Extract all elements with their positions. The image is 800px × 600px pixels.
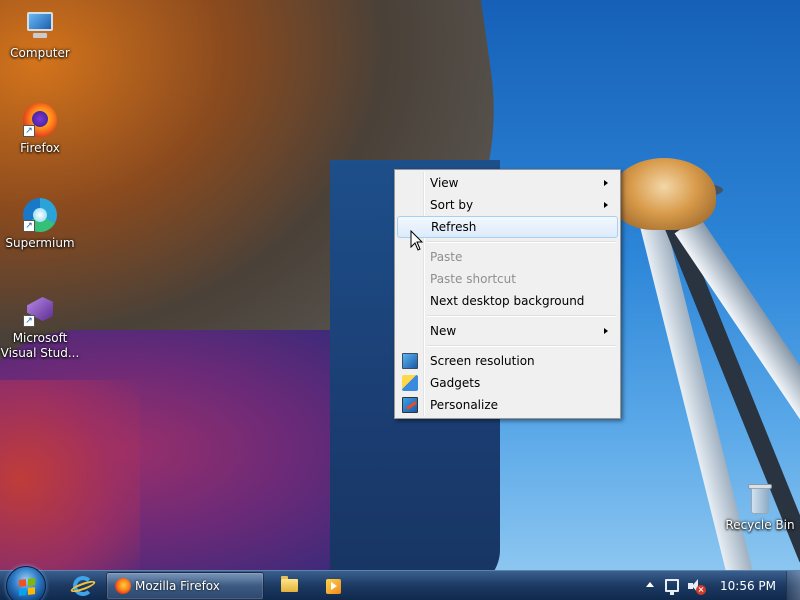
taskbar-button-firefox[interactable]: Mozilla Firefox bbox=[106, 572, 264, 600]
menu-separator bbox=[397, 342, 618, 350]
menu-item-label: Paste shortcut bbox=[430, 272, 516, 286]
desktop-context-menu[interactable]: View Sort by Refresh Paste Paste shortcu… bbox=[394, 169, 621, 419]
menu-item-new[interactable]: New bbox=[397, 320, 618, 342]
menu-separator bbox=[397, 312, 618, 320]
desktop-icon-firefox[interactable]: ↗ Firefox bbox=[0, 103, 80, 156]
visual-studio-icon: ↗ bbox=[23, 293, 57, 327]
supermium-icon: ↗ bbox=[23, 198, 57, 232]
menu-item-label: Sort by bbox=[430, 198, 474, 212]
shortcut-arrow-icon: ↗ bbox=[23, 315, 35, 327]
menu-separator bbox=[397, 238, 618, 246]
menu-item-paste-shortcut[interactable]: Paste shortcut bbox=[397, 268, 618, 290]
menu-item-screen-resolution[interactable]: Screen resolution bbox=[397, 350, 618, 372]
taskbar: Mozilla Firefox × 10:56 PM bbox=[0, 566, 800, 600]
firefox-icon bbox=[115, 578, 131, 594]
desktop-icon-label: Microsoft Visual Stud... bbox=[0, 331, 80, 360]
menu-item-sort-by[interactable]: Sort by bbox=[397, 194, 618, 216]
taskbar-pin-internet-explorer[interactable] bbox=[60, 574, 104, 598]
gadgets-icon bbox=[402, 375, 418, 391]
mouse-cursor-icon bbox=[410, 230, 424, 251]
system-tray: × 10:56 PM bbox=[640, 571, 800, 600]
desktop-icon-recycle-bin[interactable]: Recycle Bin bbox=[720, 484, 800, 533]
menu-item-label: Gadgets bbox=[430, 376, 481, 390]
menu-item-personalize[interactable]: Personalize bbox=[397, 394, 618, 416]
submenu-arrow-icon bbox=[604, 328, 608, 334]
windows-explorer-icon bbox=[281, 576, 298, 592]
menu-item-label: Screen resolution bbox=[430, 354, 535, 368]
menu-item-next-desktop-background[interactable]: Next desktop background bbox=[397, 290, 618, 312]
volume-muted-icon[interactable]: × bbox=[688, 579, 706, 595]
menu-item-label: Personalize bbox=[430, 398, 499, 412]
menu-item-label: View bbox=[430, 176, 459, 190]
desktop-icon-label: Computer bbox=[10, 46, 70, 60]
desktop-icon-computer[interactable]: Computer bbox=[0, 8, 80, 61]
submenu-arrow-icon bbox=[604, 180, 608, 186]
menu-item-label: Paste bbox=[430, 250, 463, 264]
shortcut-arrow-icon: ↗ bbox=[23, 220, 35, 232]
wallpaper-orange-glow bbox=[0, 380, 140, 570]
show-desktop-button[interactable] bbox=[786, 571, 800, 600]
desktop-icon-supermium[interactable]: ↗ Supermium bbox=[0, 198, 80, 251]
menu-item-view[interactable]: View bbox=[397, 172, 618, 194]
show-hidden-icons-chevron-icon[interactable] bbox=[646, 582, 654, 587]
menu-item-label: Next desktop background bbox=[430, 294, 585, 308]
taskbar-pin-windows-explorer[interactable] bbox=[268, 574, 312, 598]
network-icon[interactable] bbox=[665, 579, 679, 595]
desktop-icon-label: Firefox bbox=[20, 141, 60, 155]
taskbar-pin-media-player[interactable] bbox=[312, 574, 356, 598]
menu-item-paste[interactable]: Paste bbox=[397, 246, 618, 268]
firefox-icon: ↗ bbox=[23, 103, 57, 137]
menu-item-gadgets[interactable]: Gadgets bbox=[397, 372, 618, 394]
wallpaper-tower-top bbox=[612, 158, 716, 230]
personalize-icon bbox=[402, 397, 418, 413]
start-button[interactable] bbox=[6, 566, 46, 600]
recycle-bin-icon bbox=[748, 484, 772, 514]
submenu-arrow-icon bbox=[604, 202, 608, 208]
computer-icon bbox=[23, 8, 57, 42]
desktop[interactable]: Computer ↗ Firefox ↗ Supermium ↗ Microso… bbox=[0, 0, 800, 570]
desktop-icon-label: Supermium bbox=[5, 236, 75, 250]
screen-resolution-icon bbox=[402, 353, 418, 369]
shortcut-arrow-icon: ↗ bbox=[23, 125, 35, 137]
menu-item-label: Refresh bbox=[431, 220, 477, 234]
menu-item-refresh[interactable]: Refresh bbox=[397, 216, 618, 238]
desktop-icon-label: Recycle Bin bbox=[725, 518, 795, 532]
taskbar-button-label: Mozilla Firefox bbox=[135, 579, 220, 593]
taskbar-clock[interactable]: 10:56 PM bbox=[720, 571, 776, 600]
windows-logo-icon bbox=[19, 578, 35, 596]
desktop-icon-visual-studio[interactable]: ↗ Microsoft Visual Stud... bbox=[0, 293, 80, 361]
menu-item-label: New bbox=[430, 324, 457, 338]
media-player-icon bbox=[326, 579, 341, 594]
